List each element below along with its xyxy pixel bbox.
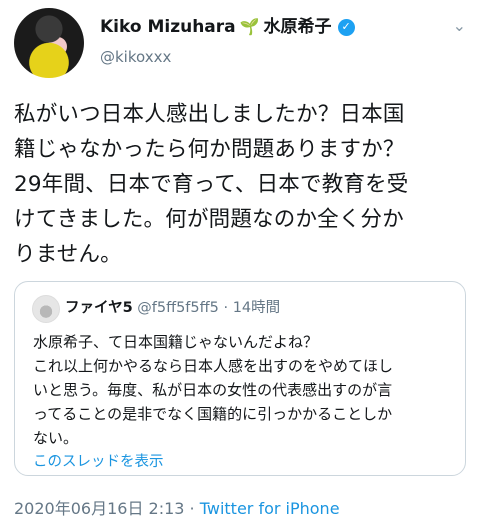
sprout-icon: 🌱 bbox=[239, 17, 260, 36]
footer-separator: · bbox=[184, 499, 200, 518]
quoted-time: 14時間 bbox=[232, 300, 281, 316]
quoted-text: 水原希子、て日本国籍じゃないんだよね？ これ以上何かやるなら日本人感を出すのをや… bbox=[33, 333, 394, 447]
tweet-footer: 2020年06月16日 2:13 · Twitter for iPhone bbox=[14, 495, 340, 519]
quoted-handle: @f5ff5f5ff5 bbox=[137, 300, 219, 316]
author-header: Kiko Mizuhara 🌱 水原希子 ✓ @kikoxxx bbox=[100, 16, 355, 66]
quoted-tweet[interactable]: ファイヤ5 @f5ff5f5ff5 · 14時間 水原希子、て日本国籍じゃないん… bbox=[14, 281, 466, 476]
source-app-link[interactable]: Twitter for iPhone bbox=[200, 499, 340, 518]
chevron-down-icon[interactable]: ⌄ bbox=[453, 16, 466, 35]
tweet-text: 私がいつ日本人感出しましたか？日本国 籍じゃなかったら何か問題ありますか？ 29… bbox=[14, 102, 409, 267]
quoted-header: ファイヤ5 @f5ff5f5ff5 · 14時間 bbox=[65, 296, 280, 317]
show-thread-link[interactable]: このスレッドを表示 bbox=[33, 450, 164, 471]
tweet-timestamp[interactable]: 2020年06月16日 2:13 bbox=[14, 499, 184, 518]
author-handle[interactable]: @kikoxxx bbox=[100, 48, 355, 66]
quoted-separator: · bbox=[223, 300, 229, 316]
author-name-text: Kiko Mizuhara bbox=[100, 17, 236, 37]
quoted-avatar bbox=[32, 295, 60, 323]
author-kanji-name: 水原希子 bbox=[263, 17, 332, 37]
verified-badge-icon: ✓ bbox=[337, 18, 355, 36]
author-display-name[interactable]: Kiko Mizuhara 🌱 水原希子 ✓ bbox=[100, 16, 355, 38]
quoted-name: ファイヤ5 bbox=[65, 300, 133, 316]
author-avatar[interactable] bbox=[14, 8, 84, 78]
